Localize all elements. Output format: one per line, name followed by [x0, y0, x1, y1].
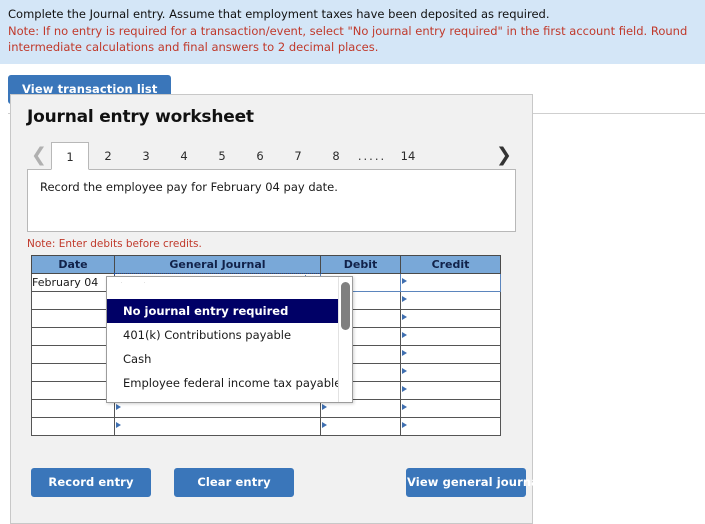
cell-marker-icon	[402, 386, 407, 392]
cell-credit[interactable]	[400, 309, 501, 328]
cell-credit[interactable]	[400, 273, 501, 292]
cell-date[interactable]	[31, 417, 115, 436]
tab-ellipsis: .....	[357, 149, 387, 163]
view-general-journal-button[interactable]: View general journal	[406, 468, 543, 497]
journal-table-wrap: Date General Journal Debit Credit Februa…	[31, 255, 501, 436]
cell-credit[interactable]	[400, 363, 501, 382]
cell-marker-icon	[402, 332, 407, 338]
column-header-general-journal: General Journal	[114, 255, 321, 274]
cell-debit[interactable]	[320, 417, 401, 436]
page-title: Journal entry worksheet	[27, 107, 254, 127]
tab-6[interactable]: 6	[241, 141, 279, 169]
column-header-date: Date	[31, 255, 115, 274]
cell-credit[interactable]	[400, 291, 501, 310]
cell-marker-icon	[402, 422, 407, 428]
dropdown-scrollbar[interactable]	[338, 277, 352, 402]
note-enter-debits-before-credits: Note: Enter debits before credits.	[27, 238, 202, 250]
cell-marker-icon	[402, 368, 407, 374]
cell-marker-icon	[322, 422, 327, 428]
tab-1[interactable]: 1	[51, 142, 89, 170]
worksheet-prompt-box: Record the employee pay for February 04 …	[27, 169, 516, 232]
cell-marker-icon	[116, 422, 121, 428]
column-header-credit: Credit	[400, 255, 501, 274]
cell-date[interactable]	[31, 309, 115, 328]
journal-entry-worksheet-panel: Journal entry worksheet ❮ 1 2 3 4 5 6 7 …	[10, 94, 543, 524]
instruction-line: Complete the Journal entry. Assume that …	[8, 7, 550, 21]
dropdown-option-employee-federal-income-tax-payable[interactable]: Employee federal income tax payable	[107, 371, 352, 395]
cell-marker-icon	[402, 278, 407, 284]
chevron-left-icon[interactable]: ❮	[27, 141, 51, 169]
table-header-row: Date General Journal Debit Credit	[31, 255, 501, 274]
tab-7[interactable]: 7	[279, 141, 317, 169]
cell-marker-icon	[116, 404, 121, 410]
clear-entry-button[interactable]: Clear entry	[174, 468, 294, 497]
tab-3[interactable]: 3	[127, 141, 165, 169]
cell-date[interactable]	[31, 345, 115, 364]
cell-credit[interactable]	[400, 399, 501, 418]
cell-marker-icon	[402, 314, 407, 320]
dropdown-option-no-journal-entry-required[interactable]: No journal entry required	[107, 299, 352, 323]
cell-marker-icon	[322, 404, 327, 410]
table-row	[31, 417, 501, 436]
record-entry-button[interactable]: Record entry	[31, 468, 151, 497]
cell-general-journal[interactable]	[114, 417, 321, 436]
worksheet-prompt-text: Record the employee pay for February 04 …	[40, 180, 338, 194]
tab-8[interactable]: 8	[317, 141, 355, 169]
cell-marker-icon	[402, 350, 407, 356]
cell-date[interactable]	[31, 291, 115, 310]
cell-date[interactable]	[31, 327, 115, 346]
dropdown-option-cash[interactable]: Cash	[107, 347, 352, 371]
instruction-band: Complete the Journal entry. Assume that …	[0, 0, 705, 65]
instruction-note: Note: If no entry is required for a tran…	[8, 23, 688, 55]
dropdown-option-401k-contributions-payable[interactable]: 401(k) Contributions payable	[107, 323, 352, 347]
dropdown-options: No journal entry required 401(k) Contrib…	[107, 277, 352, 395]
worksheet-actions: Record entry Clear entry View general jo…	[31, 468, 543, 497]
account-dropdown-list[interactable]: No journal entry required 401(k) Contrib…	[106, 276, 353, 403]
cell-date[interactable]	[31, 363, 115, 382]
tab-2[interactable]: 2	[89, 141, 127, 169]
cell-credit[interactable]	[400, 417, 501, 436]
tab-4[interactable]: 4	[165, 141, 203, 169]
tab-14[interactable]: 14	[389, 141, 427, 169]
cell-date[interactable]: February 04	[31, 273, 115, 292]
cell-marker-icon	[402, 296, 407, 302]
cell-credit[interactable]	[400, 381, 501, 400]
chevron-right-icon[interactable]: ❯	[492, 141, 516, 169]
worksheet-pager: ❮ 1 2 3 4 5 6 7 8 ..... 14 ❯	[27, 138, 532, 170]
cell-credit[interactable]	[400, 345, 501, 364]
cell-credit[interactable]	[400, 327, 501, 346]
column-header-debit: Debit	[320, 255, 401, 274]
cell-marker-icon	[402, 404, 407, 410]
cell-date[interactable]	[31, 381, 115, 400]
dropdown-scrollbar-thumb[interactable]	[341, 282, 350, 330]
tab-5[interactable]: 5	[203, 141, 241, 169]
cell-date[interactable]	[31, 399, 115, 418]
